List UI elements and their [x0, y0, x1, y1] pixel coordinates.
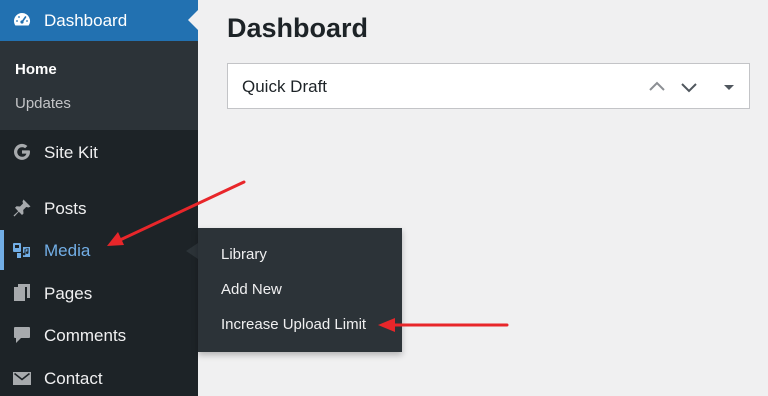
- quick-draft-widget: Quick Draft: [227, 63, 750, 109]
- move-down-icon[interactable]: [679, 77, 699, 97]
- sidebar-item-label: Comments: [44, 326, 127, 345]
- sidebar-item-posts[interactable]: Posts: [0, 188, 198, 228]
- flyout-item-library[interactable]: Library: [221, 246, 267, 264]
- active-indicator: [0, 230, 4, 270]
- flyout-item-add-new[interactable]: Add New: [221, 281, 282, 299]
- sidebar-item-label: Posts: [44, 199, 87, 218]
- pages-icon: [12, 283, 32, 303]
- flyout-item-increase-upload-limit[interactable]: Increase Upload Limit: [221, 316, 366, 334]
- page-title: Dashboard: [227, 13, 369, 43]
- media-flyout-menu: Library Add New Increase Upload Limit: [198, 228, 402, 352]
- sidebar-item-label: Site Kit: [44, 143, 98, 162]
- envelope-icon: [12, 368, 32, 388]
- flyout-pointer: [186, 243, 198, 259]
- media-icon: [12, 240, 32, 260]
- sidebar-item-site-kit[interactable]: Site Kit: [0, 132, 198, 172]
- widget-title: Quick Draft: [242, 77, 328, 96]
- google-g-icon: [12, 142, 32, 162]
- toggle-panel-icon[interactable]: [719, 77, 739, 97]
- pushpin-icon: [12, 198, 32, 218]
- sidebar-item-comments[interactable]: Comments: [0, 315, 198, 355]
- comment-bubble-icon: [12, 325, 32, 345]
- dashboard-gauge-icon: [12, 11, 32, 31]
- sidebar-item-label: Contact: [44, 369, 103, 388]
- sidebar-item-label: Dashboard: [44, 11, 128, 30]
- sidebar-item-label: Media: [44, 241, 91, 260]
- submenu-item-updates[interactable]: Updates: [15, 95, 71, 113]
- sidebar-item-pages[interactable]: Pages: [0, 273, 198, 313]
- submenu-item-home[interactable]: Home: [15, 61, 57, 79]
- move-up-icon[interactable]: [647, 77, 667, 97]
- sidebar-item-label: Pages: [44, 284, 93, 303]
- admin-sidebar: Dashboard Home Updates Site Kit Posts Me…: [0, 0, 198, 396]
- sidebar-item-media[interactable]: Media: [0, 230, 198, 270]
- dashboard-submenu: Home Updates: [0, 41, 198, 130]
- active-menu-notch: [188, 10, 198, 30]
- sidebar-item-contact[interactable]: Contact: [0, 358, 198, 396]
- sidebar-item-dashboard[interactable]: Dashboard: [0, 0, 198, 41]
